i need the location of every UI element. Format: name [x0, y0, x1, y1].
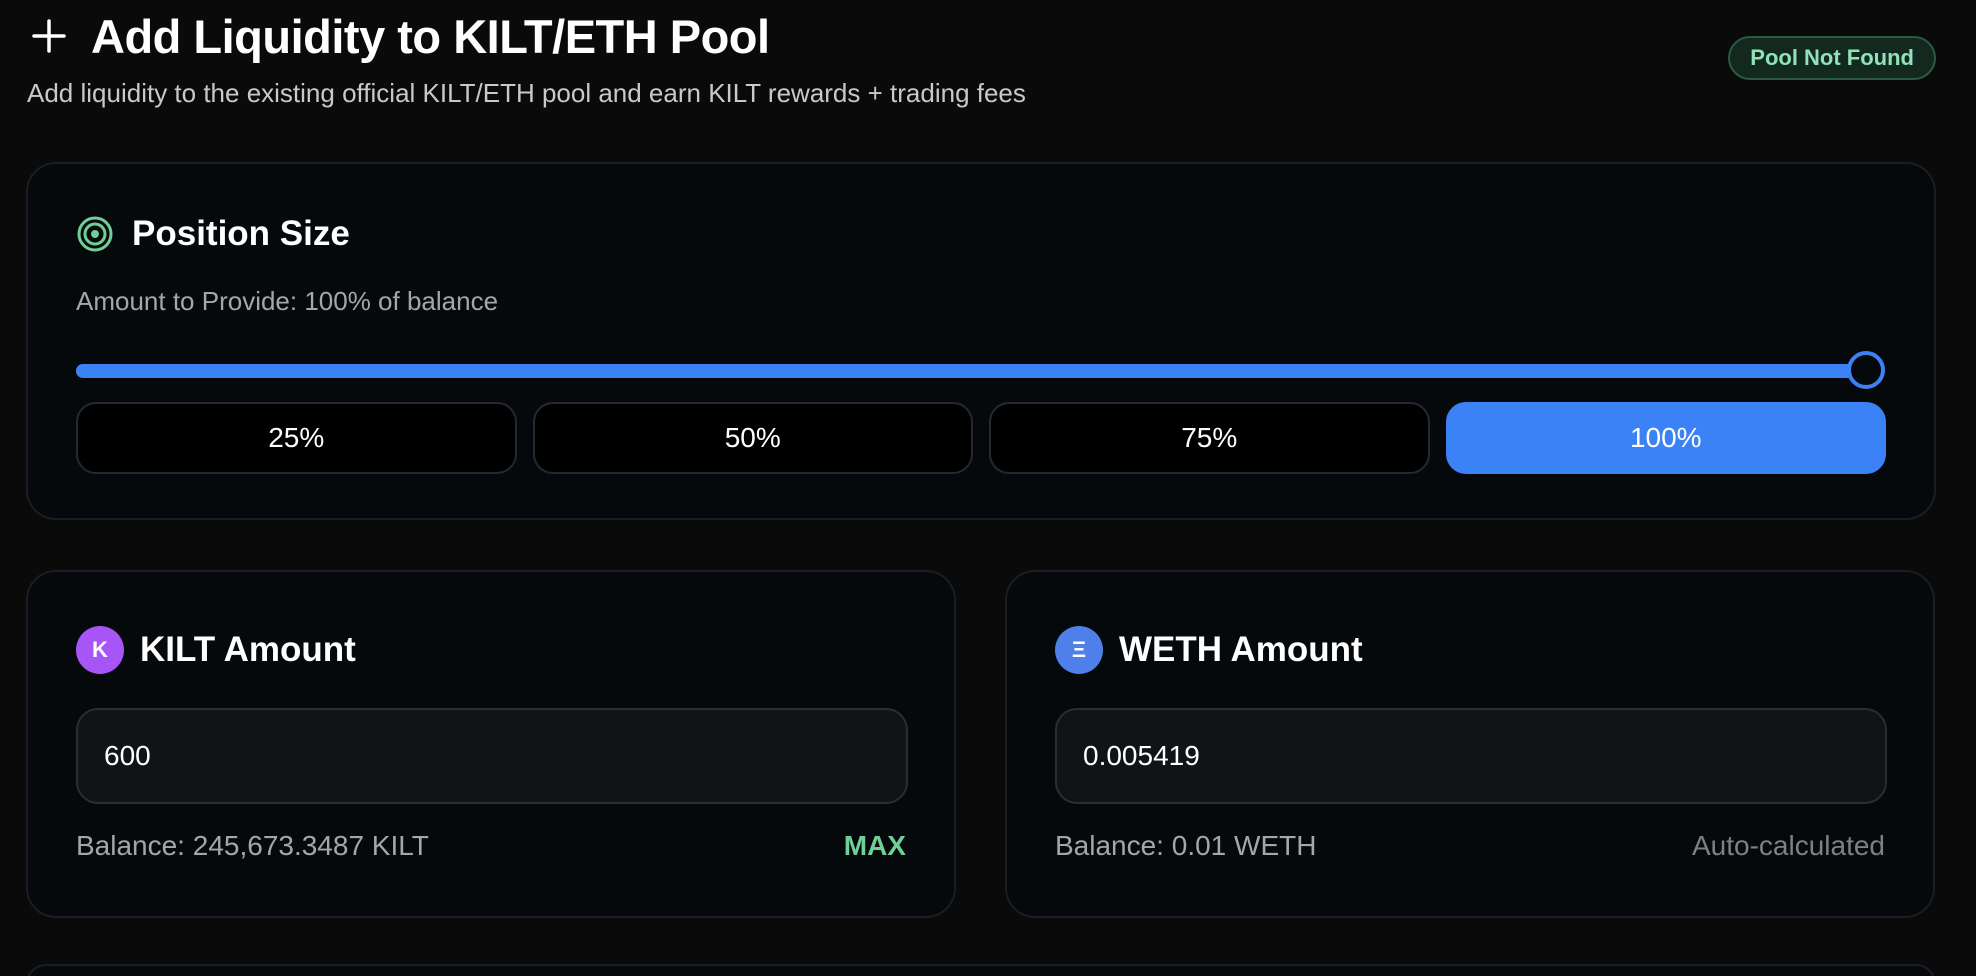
pct-75-button[interactable]: 75% — [989, 402, 1430, 474]
auto-calculated-note: Auto-calculated — [1691, 830, 1885, 861]
weth-amount-title: WETH Amount — [1119, 630, 1363, 669]
page-title: Add Liquidity to KILT/ETH Pool — [91, 9, 770, 63]
percentage-buttons: 25% 50% 75% 100% — [76, 402, 1886, 474]
position-size-header: Position Size — [76, 214, 350, 254]
position-size-card: Position Size Amount to Provide: 100% of… — [26, 162, 1936, 520]
plus-icon — [27, 14, 71, 58]
kilt-amount-input[interactable] — [76, 708, 908, 804]
weth-amount-input[interactable] — [1055, 708, 1887, 804]
kilt-token-icon: K — [76, 626, 124, 674]
pct-25-button[interactable]: 25% — [76, 402, 517, 474]
pct-50-button[interactable]: 50% — [532, 402, 973, 474]
kilt-balance: Balance: 245,673.3487 KILT — [76, 830, 429, 861]
kilt-amount-header: K KILT Amount — [76, 626, 356, 674]
weth-amount-card: Ξ WETH Amount Balance: 0.01 WETH Auto-ca… — [1005, 570, 1935, 918]
amount-to-provide-label: Amount to Provide: 100% of balance — [76, 286, 499, 316]
page-subtitle: Add liquidity to the existing official K… — [27, 78, 1026, 108]
kilt-amount-title: KILT Amount — [140, 630, 356, 669]
slider-thumb[interactable] — [1847, 351, 1885, 389]
status-badge: Pool Not Found — [1728, 36, 1936, 80]
slider-fill — [76, 364, 1866, 378]
add-liquidity-page: Add Liquidity to KILT/ETH Pool Add liqui… — [0, 0, 1976, 976]
kilt-amount-card: K KILT Amount Balance: 245,673.3487 KILT… — [26, 570, 956, 918]
next-card-partial — [26, 964, 1936, 976]
position-size-title: Position Size — [132, 214, 350, 253]
position-size-slider[interactable] — [76, 350, 1885, 390]
weth-balance: Balance: 0.01 WETH — [1055, 830, 1317, 861]
weth-token-icon: Ξ — [1055, 626, 1103, 674]
pct-100-button[interactable]: 100% — [1445, 402, 1886, 474]
weth-amount-header: Ξ WETH Amount — [1055, 626, 1363, 674]
page-header: Add Liquidity to KILT/ETH Pool — [27, 6, 770, 66]
target-icon — [76, 215, 114, 253]
max-button[interactable]: MAX — [844, 830, 906, 862]
